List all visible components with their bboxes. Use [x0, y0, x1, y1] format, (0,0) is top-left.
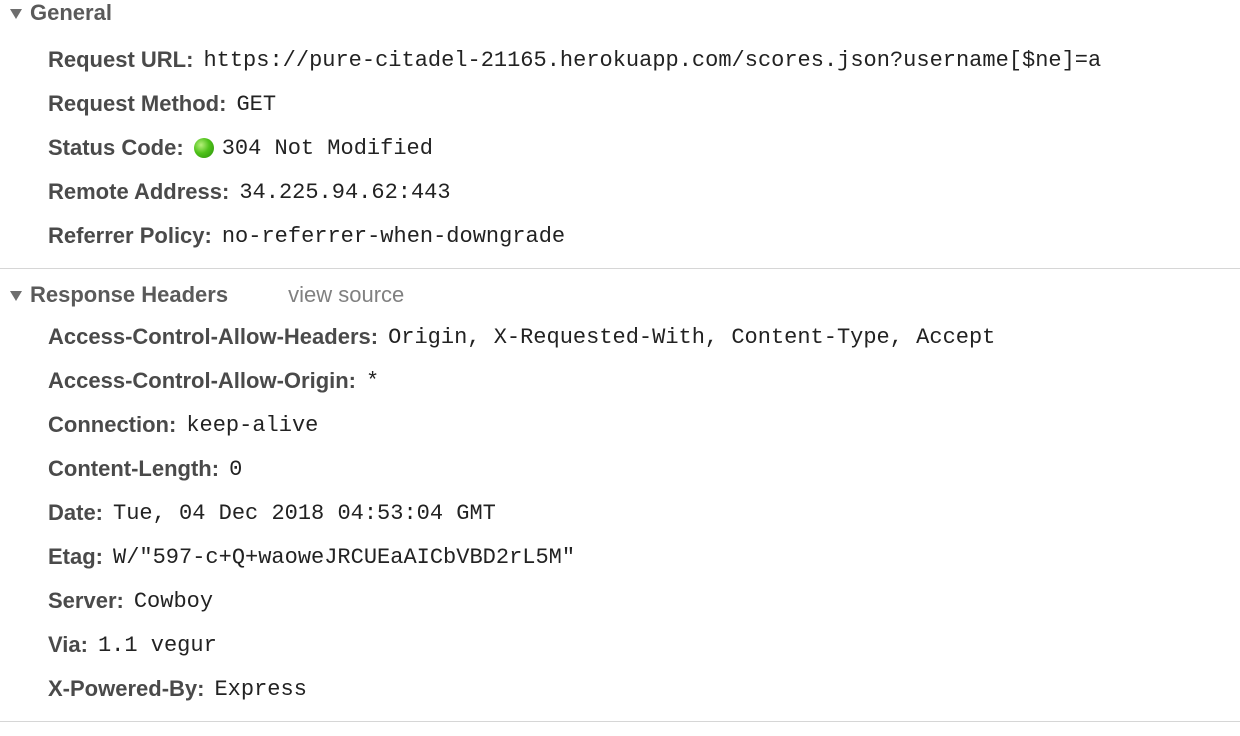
response-headers-section-header[interactable]: Response Headers view source	[0, 281, 1240, 309]
general-section-header[interactable]: General	[0, 0, 1240, 26]
header-key: Etag:	[48, 544, 103, 569]
disclosure-triangle-icon[interactable]	[10, 9, 22, 19]
header-value: 0	[229, 456, 243, 482]
header-row-content-length: Content-Length: 0	[0, 447, 1240, 491]
header-row-via: Via: 1.1 vegur	[0, 623, 1240, 667]
response-headers-title: Response Headers	[30, 282, 229, 307]
header-key: Referrer Policy:	[48, 223, 212, 248]
general-section-title: General	[30, 0, 112, 25]
header-key: Access-Control-Allow-Headers:	[48, 324, 379, 349]
header-row-server: Server: Cowboy	[0, 579, 1240, 623]
header-key: Date:	[48, 500, 104, 525]
header-row-connection: Connection: keep-alive	[0, 403, 1240, 447]
header-value: https://pure-citadel-21165.herokuapp.com…	[203, 47, 1102, 73]
header-row-referrer-policy: Referrer Policy: no-referrer-when-downgr…	[0, 214, 1240, 258]
header-value: Express	[214, 676, 307, 702]
header-key: Request URL:	[48, 47, 194, 72]
header-key: Remote Address:	[48, 179, 230, 204]
header-key: Server:	[48, 588, 124, 613]
header-value: 34.225.94.62:443	[239, 179, 451, 205]
header-row-remote-address: Remote Address: 34.225.94.62:443	[0, 170, 1240, 214]
header-key: Connection:	[48, 412, 177, 437]
header-value: Origin, X-Requested-With, Content-Type, …	[388, 324, 996, 350]
header-value: *	[366, 368, 380, 394]
header-key: Access-Control-Allow-Origin:	[48, 368, 357, 393]
header-row-date: Date: Tue, 04 Dec 2018 04:53:04 GMT	[0, 491, 1240, 535]
header-row-access-control-allow-origin: Access-Control-Allow-Origin: *	[0, 359, 1240, 403]
header-value: GET	[236, 91, 277, 117]
header-value: keep-alive	[186, 412, 319, 438]
general-section: General Request URL: https://pure-citade…	[0, 0, 1240, 268]
header-row-x-powered-by: X-Powered-By: Express	[0, 667, 1240, 711]
header-row-request-url: Request URL: https://pure-citadel-21165.…	[0, 38, 1240, 82]
response-headers-section: Response Headers view source Access-Cont…	[0, 269, 1240, 721]
disclosure-triangle-icon[interactable]	[10, 291, 22, 301]
header-key: Status Code:	[48, 135, 184, 160]
header-value: Cowboy	[133, 588, 214, 614]
header-value: Tue, 04 Dec 2018 04:53:04 GMT	[113, 500, 496, 526]
header-value: no-referrer-when-downgrade	[221, 223, 566, 249]
header-row-etag: Etag: W/"597-c+Q+waoweJRCUEaAICbVBD2rL5M…	[0, 535, 1240, 579]
header-row-request-method: Request Method: GET	[0, 82, 1240, 126]
header-row-status-code: Status Code: 304 Not Modified	[0, 126, 1240, 170]
header-value: 1.1 vegur	[97, 632, 217, 658]
header-key: Via:	[48, 632, 88, 657]
section-divider	[0, 721, 1240, 722]
header-value: W/"597-c+Q+waoweJRCUEaAICbVBD2rL5M"	[113, 544, 576, 570]
view-source-link[interactable]: view source	[288, 282, 404, 308]
status-ok-icon	[193, 138, 214, 158]
header-row-access-control-allow-headers: Access-Control-Allow-Headers: Origin, X-…	[0, 315, 1240, 359]
header-value: 304 Not Modified	[221, 135, 433, 161]
header-key: Request Method:	[48, 91, 227, 116]
header-key: X-Powered-By:	[48, 676, 205, 701]
header-key: Content-Length:	[48, 456, 220, 481]
